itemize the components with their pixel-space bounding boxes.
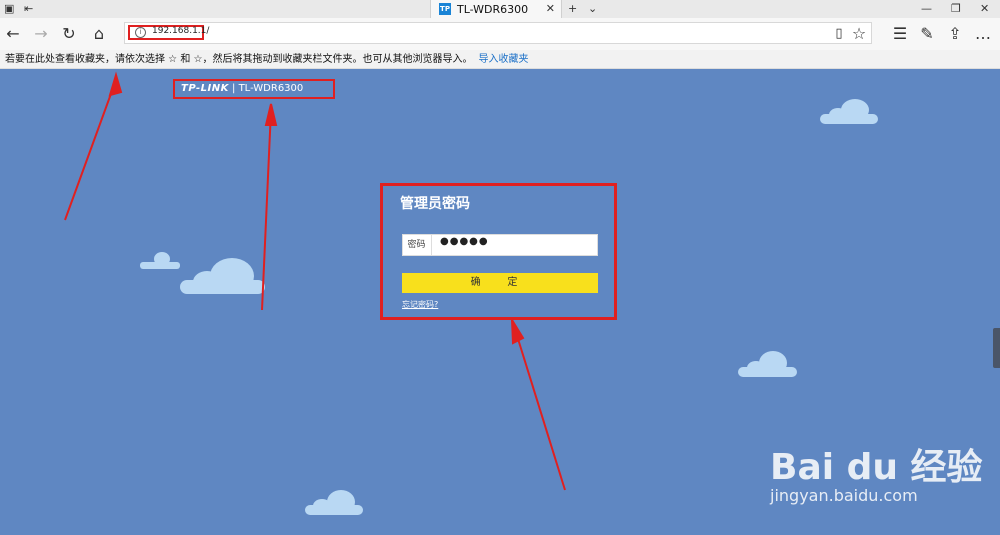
- chevron-down-icon[interactable]: ⌄: [588, 2, 597, 15]
- password-value[interactable]: ●●●●●: [440, 236, 489, 247]
- logo-model: TL-WDR6300: [238, 83, 304, 94]
- baidu-watermark: Bai du 经验 jingyan.baidu.com: [770, 438, 983, 505]
- watermark-brand: Bai du 经验: [770, 447, 983, 488]
- tplink-logo: TP-LINK | TL-WDR6300: [173, 79, 335, 99]
- cloud-icon: [305, 490, 363, 515]
- reading-view-icon[interactable]: ▯: [828, 23, 850, 45]
- favorite-star-icon[interactable]: ☆: [848, 23, 870, 45]
- cloud-icon: [738, 351, 797, 377]
- active-tab[interactable]: TP TL-WDR6300 ✕: [430, 0, 562, 18]
- favorites-hub-icon[interactable]: ☰: [889, 23, 911, 45]
- forgot-password-link[interactable]: 忘记密码?: [402, 299, 438, 310]
- window-tabs-icon[interactable]: ▣: [4, 2, 14, 15]
- home-icon[interactable]: ⌂: [88, 23, 110, 45]
- favorites-bar-text: 若要在此处查看收藏夹，请依次选择 ☆ 和 ☆，然后将其拖动到收藏夹栏文件夹。也可…: [5, 54, 473, 65]
- close-icon[interactable]: ✕: [546, 2, 555, 15]
- maximize-icon[interactable]: ❐: [951, 2, 961, 15]
- back-arrow-icon[interactable]: ←: [2, 23, 24, 45]
- share-icon[interactable]: ⇪: [944, 23, 966, 45]
- info-icon[interactable]: i: [135, 27, 146, 38]
- forward-arrow-icon[interactable]: →: [30, 23, 52, 45]
- tab-title: TL-WDR6300: [457, 2, 529, 16]
- side-scroll-handle[interactable]: [993, 328, 1000, 368]
- cloud-icon: [180, 258, 265, 294]
- back-tab-icon[interactable]: ⇤: [24, 2, 33, 15]
- cloud-icon: [820, 99, 878, 124]
- address-url[interactable]: 192.168.1.1/: [152, 26, 209, 36]
- new-tab-icon[interactable]: +: [568, 2, 577, 15]
- minimize-icon[interactable]: —: [921, 2, 932, 15]
- window-close-icon[interactable]: ✕: [980, 2, 989, 15]
- cloud-icon: [140, 252, 180, 269]
- favorites-bar: 若要在此处查看收藏夹，请依次选择 ☆ 和 ☆，然后将其拖动到收藏夹栏文件夹。也可…: [0, 50, 1000, 69]
- confirm-button[interactable]: 确 定: [402, 273, 598, 293]
- address-bar[interactable]: [124, 22, 872, 44]
- pen-note-icon[interactable]: ✎: [916, 23, 938, 45]
- import-favorites-link[interactable]: 导入收藏夹: [478, 54, 528, 65]
- refresh-icon[interactable]: ↻: [58, 23, 80, 45]
- password-label: 密码: [402, 234, 432, 256]
- browser-tabbar: ▣ ⇤ TP TL-WDR6300 ✕ + ⌄ — ❐ ✕: [0, 0, 1000, 18]
- more-icon[interactable]: …: [972, 23, 994, 45]
- login-title: 管理员密码: [400, 196, 470, 212]
- logo-brand: TP-LINK: [181, 83, 229, 94]
- tplink-favicon-icon: TP: [439, 3, 451, 15]
